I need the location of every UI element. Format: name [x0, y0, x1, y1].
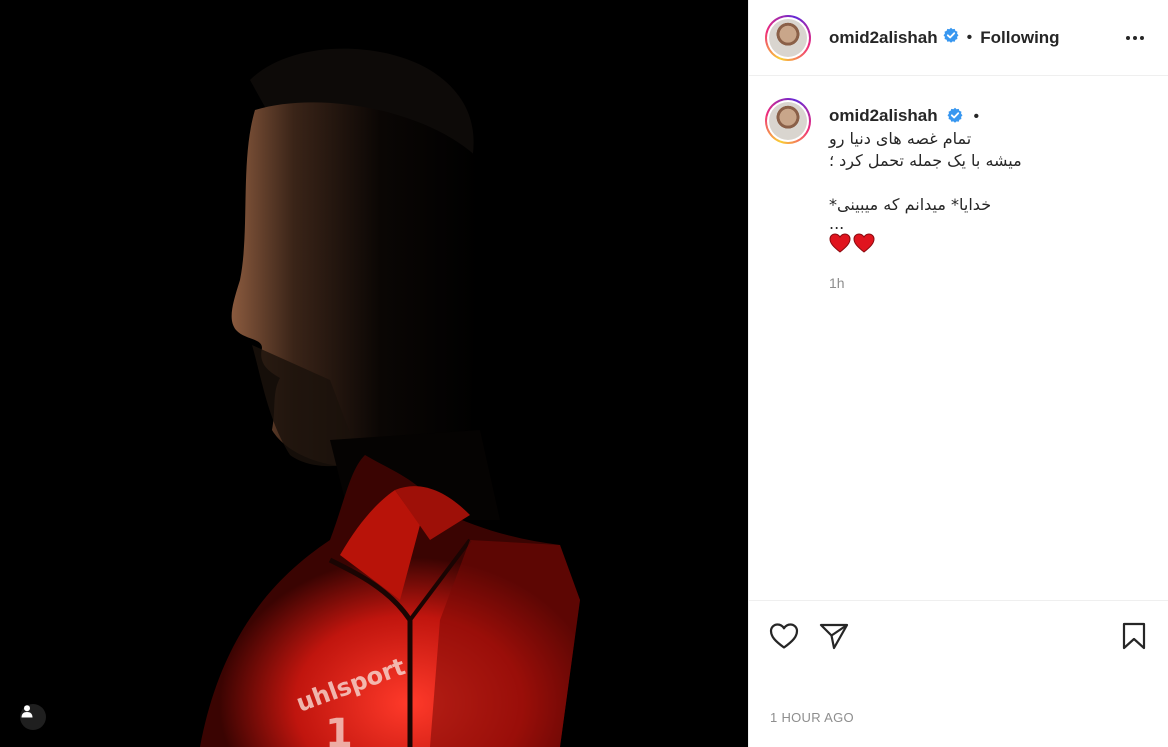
- caption-username[interactable]: omid2alishah: [829, 106, 938, 125]
- post-timestamp[interactable]: 1 HOUR AGO: [770, 710, 854, 725]
- caption-avatar: [769, 102, 807, 140]
- header-username[interactable]: omid2alishah: [829, 28, 938, 48]
- user-tag-icon: [21, 705, 33, 718]
- avatar-story-ring[interactable]: [765, 14, 811, 61]
- separator-dot: •: [966, 28, 973, 46]
- verified-badge-icon: [943, 27, 959, 48]
- separator-dot: •: [973, 108, 980, 125]
- caption-timestamp[interactable]: 1h: [829, 275, 1022, 291]
- jersey-number: 1: [325, 711, 353, 747]
- more-options-icon[interactable]: [1126, 35, 1144, 40]
- caption-section: omid2alishah • تمام غصه های دنیا رو میشه…: [765, 98, 1152, 291]
- share-button[interactable]: [819, 622, 849, 650]
- user-tag-button[interactable]: [20, 704, 46, 730]
- paper-plane-icon: [819, 623, 849, 649]
- caption-line-4: ...: [829, 214, 845, 233]
- caption-avatar-ring[interactable]: [765, 98, 811, 144]
- caption-line-2: میشه با یک جمله تحمل کرد ؛: [829, 151, 1022, 170]
- like-button[interactable]: [769, 622, 799, 650]
- caption-hearts: [829, 233, 1022, 253]
- verified-badge-icon: [947, 107, 963, 128]
- post-image[interactable]: uhlsport 1: [0, 0, 748, 747]
- post-header: omid2alishah • Following: [749, 0, 1168, 76]
- heart-outline-icon: [769, 622, 799, 649]
- caption-line-1: تمام غصه های دنیا رو: [829, 129, 972, 148]
- post-details-panel: omid2alishah • Following omid2alishah • …: [748, 0, 1168, 747]
- red-heart-icon: [829, 233, 851, 253]
- caption-line-3: خدایا* میدانم که میبینی*: [829, 195, 992, 214]
- bookmark-outline-icon: [1122, 622, 1146, 649]
- red-heart-icon: [853, 233, 875, 253]
- following-button[interactable]: Following: [980, 28, 1059, 48]
- post-photo: uhlsport 1: [0, 0, 748, 747]
- avatar: [769, 18, 807, 57]
- action-bar: [749, 600, 1168, 670]
- save-button[interactable]: [1121, 622, 1147, 650]
